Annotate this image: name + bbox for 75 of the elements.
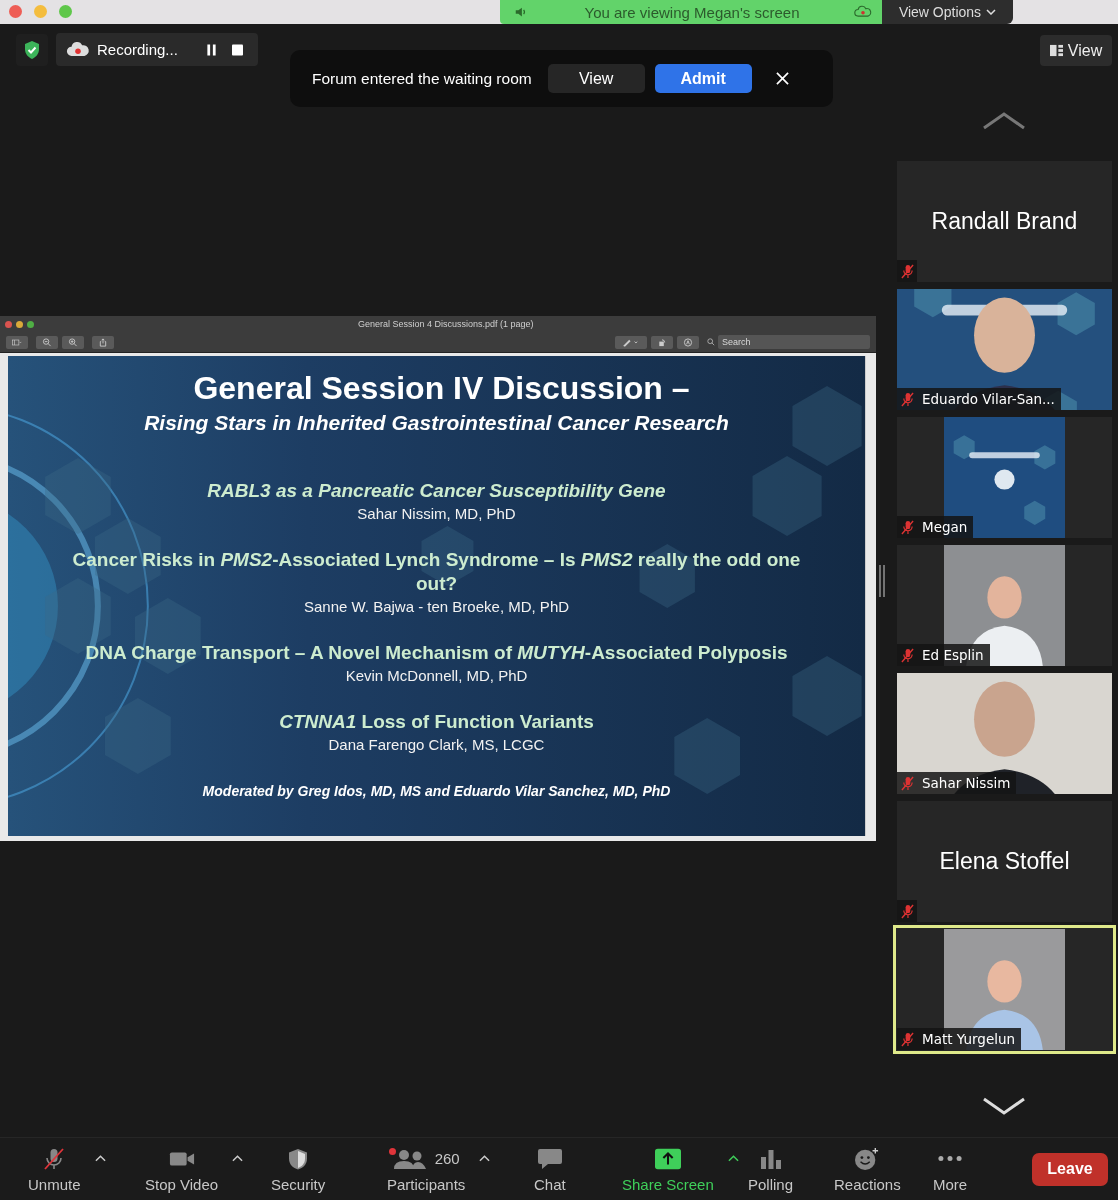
- leave-button[interactable]: Leave: [1032, 1152, 1108, 1186]
- share-screen-icon: [654, 1146, 681, 1171]
- layout-icon: [1049, 44, 1063, 57]
- cloud-recording-icon: [66, 41, 90, 58]
- moderator-credit: Moderated by Greg Idos, MD, MS and Eduardo Vilar Sanchez, MD, PhD: [202, 783, 671, 799]
- speaker-name: Sahar Nissim, MD, PhD: [357, 505, 516, 522]
- talk-title: CTNNA1 Loss of Function Variants: [279, 710, 594, 734]
- caret-icon[interactable]: [94, 1153, 106, 1162]
- participant-tile[interactable]: Eduardo Vilar-San...: [897, 289, 1112, 410]
- close-window-button[interactable]: [5, 320, 12, 328]
- participant-tile[interactable]: Elena Stoffel: [897, 801, 1112, 922]
- recording-status: Recording...: [97, 41, 179, 58]
- resize-handle[interactable]: [879, 564, 885, 597]
- minimize-window-button[interactable]: [16, 320, 23, 328]
- search-icon: [707, 338, 715, 346]
- talk-title: RABL3 as a Pancreatic Cancer Susceptibility Gene: [207, 479, 666, 503]
- scroll-up-icon[interactable]: [982, 112, 1026, 130]
- zoom-window-button[interactable]: [27, 320, 34, 328]
- annotate-icon[interactable]: [677, 335, 699, 349]
- markup-pen-icon[interactable]: [615, 335, 647, 349]
- participant-tile[interactable]: Megan: [897, 417, 1112, 538]
- stop-icon[interactable]: [232, 43, 243, 56]
- reactions-button[interactable]: Reactions: [834, 1145, 901, 1193]
- speaker-name: Kevin McDonnell, MD, PhD: [345, 667, 528, 684]
- caret-icon: [986, 9, 997, 15]
- slide-subtitle: Rising Stars in Inherited Gastrointestinal Cancer Research: [144, 411, 729, 435]
- share-icon[interactable]: [92, 335, 114, 349]
- caret-icon[interactable]: [727, 1153, 739, 1162]
- view-button[interactable]: View: [547, 64, 645, 93]
- more-button[interactable]: More: [933, 1145, 968, 1193]
- talk-title: DNA Charge Transport – A Novel Mechanism of MUTYH-Associated Polyposis: [85, 641, 788, 665]
- chat-button[interactable]: Chat: [534, 1145, 566, 1193]
- participant-name: Eduardo Vilar-San...: [922, 391, 1055, 407]
- close-icon[interactable]: [775, 72, 789, 85]
- speaker-name: Sanne W. Bajwa - ten Broeke, MD, PhD: [303, 598, 570, 615]
- pause-icon[interactable]: [206, 43, 217, 56]
- chat-bubble-icon: [536, 1146, 563, 1171]
- scroll-down-icon[interactable]: [982, 1097, 1026, 1115]
- participant-tile[interactable]: Sahar Nissim: [897, 673, 1112, 794]
- smiley-icon: [854, 1146, 881, 1171]
- slide-title: General Session IV Discussion –: [193, 370, 690, 407]
- caret-icon[interactable]: [232, 1153, 244, 1162]
- zoom-out-icon[interactable]: [36, 335, 58, 349]
- more-icon: [938, 1156, 963, 1161]
- participant-tile[interactable]: Matt Yurgelun: [893, 925, 1116, 1054]
- video-button[interactable]: Stop Video: [145, 1145, 219, 1193]
- document-title: General Session 4 Discussions.pdf (1 page): [358, 319, 534, 329]
- sidebar-toggle-icon[interactable]: [6, 335, 28, 349]
- audio-button[interactable]: Unmute: [28, 1145, 81, 1193]
- cloud-recording-icon: [854, 5, 872, 19]
- notification-text: Forum entered the waiting room: [312, 69, 532, 88]
- participant-count: 260: [434, 1150, 460, 1167]
- participants-button[interactable]: 260 Participants: [387, 1145, 466, 1193]
- talk-title: Cancer Risks in PMS2-Associated Lynch Syndrome – Is PMS2 really the odd one out?: [71, 548, 802, 596]
- participant-name: Sahar Nissim: [922, 775, 1011, 791]
- view-layout-button[interactable]: View: [1040, 35, 1112, 66]
- participant-name: Randall Brand: [931, 208, 1078, 235]
- banner-text: You are viewing Megan's screen: [583, 3, 801, 21]
- close-window-button[interactable]: [9, 5, 22, 18]
- participant-tile[interactable]: Ed Esplin: [897, 545, 1112, 666]
- participant-name: Megan: [922, 519, 968, 535]
- participant-tile[interactable]: Randall Brand: [897, 161, 1112, 282]
- participant-name: Elena Stoffel: [939, 848, 1070, 875]
- zoom-in-icon[interactable]: [62, 335, 84, 349]
- participant-name: Matt Yurgelun: [922, 1031, 1016, 1047]
- share-button[interactable]: Share Screen: [622, 1145, 714, 1193]
- caret-icon[interactable]: [479, 1153, 491, 1162]
- participant-name: Ed Esplin: [922, 647, 984, 663]
- view-options-button[interactable]: View Options: [882, 0, 1013, 24]
- admit-button[interactable]: Admit: [654, 64, 752, 93]
- speaker-name: Dana Farengo Clark, MS, LCGC: [328, 736, 545, 753]
- polling-button[interactable]: Polling: [748, 1145, 794, 1193]
- search-field[interactable]: Search: [718, 335, 870, 349]
- rotate-icon[interactable]: [651, 335, 673, 349]
- security-button[interactable]: Security: [271, 1145, 326, 1193]
